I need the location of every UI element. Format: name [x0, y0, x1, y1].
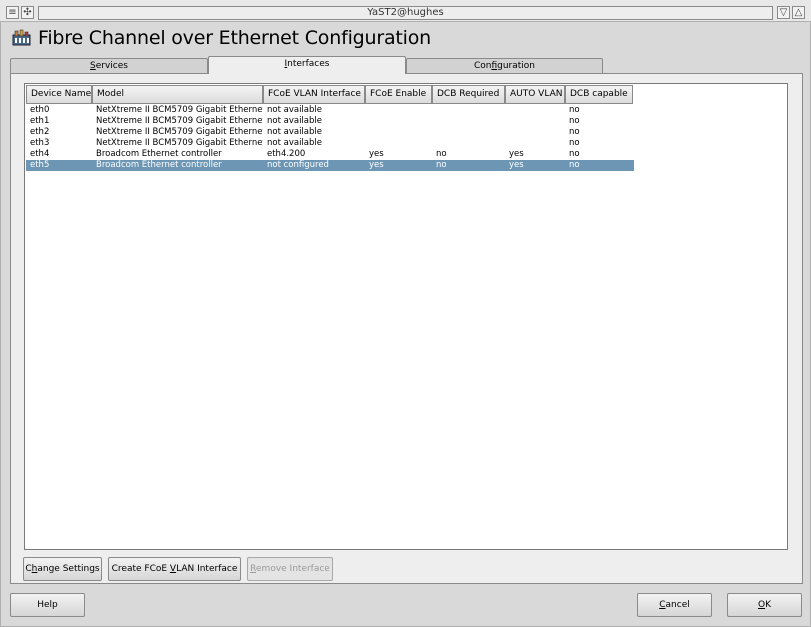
tab-configuration[interactable]: Configuration — [406, 58, 603, 74]
create-fcoe-vlan-button[interactable]: Create FCoE VLAN Interface — [108, 557, 241, 581]
table-row-selected[interactable]: eth5 Broadcom Ethernet controller not co… — [26, 160, 634, 171]
window-menu-icon[interactable]: ≡ — [6, 6, 19, 19]
table-row[interactable]: eth4 Broadcom Ethernet controller eth4.2… — [26, 149, 634, 160]
cell: NetXtreme II BCM5709 Gigabit Ethernet — [96, 105, 263, 115]
cell: not configured — [267, 160, 329, 170]
column-header[interactable]: DCB Required — [432, 85, 505, 104]
interfaces-table[interactable]: Device Name Model FCoE VLAN Interface FC… — [24, 83, 788, 550]
cell: NetXtreme II BCM5709 Gigabit Ethernet — [96, 116, 263, 126]
tab-interfaces[interactable]: Interfaces — [208, 56, 406, 74]
cell: no — [569, 160, 580, 170]
cell: no — [436, 160, 447, 170]
cell — [432, 138, 505, 149]
cell: NetXtreme II BCM5709 Gigabit Ethernet — [96, 127, 263, 137]
cell: yes — [509, 160, 524, 170]
cell — [365, 138, 432, 149]
cell — [505, 127, 565, 138]
cell: eth3 — [30, 138, 50, 148]
cell: eth5 — [30, 160, 50, 170]
table-row[interactable]: eth2 NetXtreme II BCM5709 Gigabit Ethern… — [26, 127, 634, 138]
page-title: Fibre Channel over Ethernet Configuratio… — [38, 27, 431, 49]
cell: no — [569, 127, 580, 137]
cell: no — [569, 116, 580, 126]
cell: eth4 — [30, 149, 50, 159]
change-settings-button[interactable]: Change Settings — [23, 557, 102, 581]
cell: no — [569, 105, 580, 115]
cell: eth2 — [30, 127, 50, 137]
table-header: Device Name Model FCoE VLAN Interface FC… — [26, 85, 633, 104]
minimize-icon[interactable]: ▽ — [777, 6, 790, 19]
cell: Broadcom Ethernet controller — [96, 149, 222, 159]
maximize-icon[interactable]: △ — [792, 6, 805, 19]
remove-interface-button[interactable]: Remove Interface — [247, 557, 333, 581]
cell: no — [569, 138, 580, 148]
cell — [365, 105, 432, 116]
network-card-icon — [12, 29, 31, 48]
column-header[interactable]: Model — [92, 85, 263, 104]
column-header[interactable]: DCB capable — [565, 85, 633, 104]
cell — [505, 138, 565, 149]
table-row[interactable]: eth0 NetXtreme II BCM5709 Gigabit Ethern… — [26, 105, 634, 116]
cell: not available — [267, 127, 322, 137]
tab-services[interactable]: Services — [10, 58, 208, 74]
cell: no — [569, 149, 580, 159]
help-button[interactable]: Help — [10, 593, 85, 617]
cell: NetXtreme II BCM5709 Gigabit Ethernet — [96, 138, 263, 148]
cell: eth1 — [30, 116, 50, 126]
cell: not available — [267, 105, 322, 115]
cell — [505, 116, 565, 127]
column-header[interactable]: FCoE Enable — [365, 85, 432, 104]
ok-button[interactable]: OK — [727, 593, 802, 617]
cell: yes — [509, 149, 524, 159]
column-header[interactable]: FCoE VLAN Interface — [263, 85, 365, 104]
cell: not available — [267, 116, 322, 126]
cell — [432, 116, 505, 127]
cell: eth4.200 — [267, 149, 306, 159]
table-row[interactable]: eth3 NetXtreme II BCM5709 Gigabit Ethern… — [26, 138, 634, 149]
window-title[interactable]: YaST2@hughes — [38, 6, 773, 20]
column-header[interactable]: Device Name — [26, 85, 92, 104]
table-body: eth0 NetXtreme II BCM5709 Gigabit Ethern… — [26, 105, 634, 171]
cell: yes — [369, 160, 384, 170]
page-header: Fibre Channel over Ethernet Configuratio… — [12, 26, 431, 50]
cell — [365, 116, 432, 127]
pin-icon[interactable]: ✣ — [21, 6, 34, 19]
column-header[interactable]: AUTO VLAN — [505, 85, 565, 104]
tab-bar: Services Interfaces Configuration — [10, 56, 803, 74]
cell: not available — [267, 138, 322, 148]
cell — [505, 105, 565, 116]
cell: yes — [369, 149, 384, 159]
cell — [432, 127, 505, 138]
window-titlebar: ≡ ✣ YaST2@hughes ▽ △ — [0, 0, 811, 22]
cell: eth0 — [30, 105, 50, 115]
table-row[interactable]: eth1 NetXtreme II BCM5709 Gigabit Ethern… — [26, 116, 634, 127]
cell: Broadcom Ethernet controller — [96, 160, 222, 170]
cancel-button[interactable]: Cancel — [637, 593, 712, 617]
cell — [365, 127, 432, 138]
cell — [432, 105, 505, 116]
cell: no — [436, 149, 447, 159]
